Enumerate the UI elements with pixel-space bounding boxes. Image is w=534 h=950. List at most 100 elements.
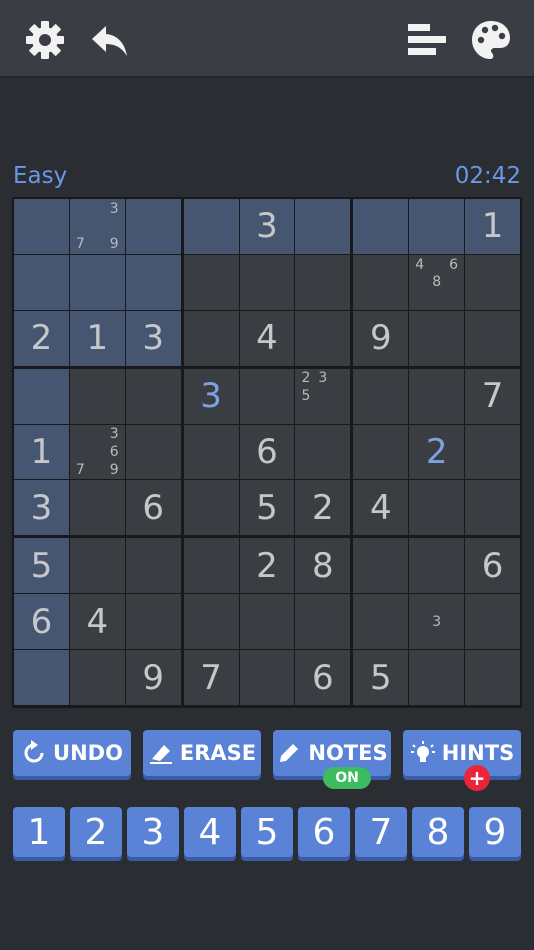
cell-r4-c3[interactable] <box>125 368 181 424</box>
cell-r6-c1[interactable]: 3 <box>14 480 69 536</box>
cell-r7-c2[interactable] <box>69 538 125 594</box>
cell-r7-c8[interactable] <box>409 538 465 594</box>
cell-r5-c4[interactable] <box>183 424 239 480</box>
cell-r5-c7[interactable] <box>353 424 409 480</box>
cell-r3-c6[interactable] <box>295 310 351 366</box>
cell-r3-c7[interactable]: 9 <box>353 310 409 366</box>
undo-button[interactable]: UNDO <box>13 730 131 776</box>
cell-r3-c5[interactable]: 4 <box>239 310 295 366</box>
cell-r9-c1[interactable] <box>14 650 69 705</box>
cell-r9-c6[interactable]: 6 <box>295 650 351 705</box>
cell-r1-c9[interactable]: 1 <box>465 199 520 254</box>
cell-r2-c2[interactable] <box>69 254 125 310</box>
numpad-4[interactable]: 4 <box>184 807 236 857</box>
given-digit: 9 <box>142 657 165 698</box>
cell-r9-c3[interactable]: 9 <box>125 650 181 705</box>
cell-r5-c5[interactable]: 6 <box>239 424 295 480</box>
back-button[interactable] <box>88 18 132 62</box>
cell-r5-c1[interactable]: 1 <box>14 424 69 480</box>
cell-r9-c2[interactable] <box>69 650 125 705</box>
cell-r1-c2[interactable]: 3 7 9 <box>69 199 125 254</box>
cell-r6-c9[interactable] <box>465 480 520 536</box>
cell-r4-c6[interactable]: 235 <box>295 368 351 424</box>
cell-r6-c5[interactable]: 5 <box>239 480 295 536</box>
cell-r6-c2[interactable] <box>69 480 125 536</box>
cell-r4-c7[interactable] <box>353 368 409 424</box>
cell-r8-c6[interactable] <box>295 594 351 650</box>
cell-r5-c2[interactable]: 36 7 9 <box>69 424 125 480</box>
cell-r8-c4[interactable] <box>183 594 239 650</box>
cell-r3-c3[interactable]: 3 <box>125 310 181 366</box>
cell-r5-c8[interactable]: 2 <box>409 424 465 480</box>
hints-button[interactable]: HINTS <box>403 730 521 776</box>
cell-r2-c9[interactable] <box>465 254 520 310</box>
cell-r4-c4[interactable]: 3 <box>183 368 239 424</box>
cell-r9-c7[interactable]: 5 <box>353 650 409 705</box>
cell-r7-c6[interactable]: 8 <box>295 538 351 594</box>
numpad-1[interactable]: 1 <box>13 807 65 857</box>
cell-r6-c7[interactable]: 4 <box>353 480 409 536</box>
cell-r7-c1[interactable]: 5 <box>14 538 69 594</box>
cell-r4-c8[interactable] <box>409 368 465 424</box>
numpad-5[interactable]: 5 <box>241 807 293 857</box>
numpad-3[interactable]: 3 <box>127 807 179 857</box>
cell-r9-c8[interactable] <box>409 650 465 705</box>
given-digit: 1 <box>30 431 53 472</box>
cell-r9-c5[interactable] <box>239 650 295 705</box>
cell-r7-c4[interactable] <box>183 538 239 594</box>
cell-r7-c9[interactable]: 6 <box>465 538 520 594</box>
stats-button[interactable] <box>404 18 448 62</box>
cell-r6-c4[interactable] <box>183 480 239 536</box>
cell-r1-c5[interactable]: 3 <box>239 199 295 254</box>
cell-r2-c6[interactable] <box>295 254 351 310</box>
cell-r4-c9[interactable]: 7 <box>465 368 520 424</box>
hints-add-badge[interactable]: + <box>464 765 490 791</box>
cell-r5-c9[interactable] <box>465 424 520 480</box>
cell-r6-c6[interactable]: 2 <box>295 480 351 536</box>
cell-r9-c9[interactable] <box>465 650 520 705</box>
cell-r3-c8[interactable] <box>409 310 465 366</box>
cell-r6-c3[interactable]: 6 <box>125 480 181 536</box>
cell-r5-c3[interactable] <box>125 424 181 480</box>
cell-r3-c4[interactable] <box>183 310 239 366</box>
cell-r8-c3[interactable] <box>125 594 181 650</box>
cell-r1-c4[interactable] <box>183 199 239 254</box>
cell-r4-c1[interactable] <box>14 368 69 424</box>
theme-button[interactable] <box>469 18 513 62</box>
cell-r5-c6[interactable] <box>295 424 351 480</box>
cell-r8-c2[interactable]: 4 <box>69 594 125 650</box>
cell-r8-c8[interactable]: 3 <box>409 594 465 650</box>
cell-r8-c1[interactable]: 6 <box>14 594 69 650</box>
cell-r2-c5[interactable] <box>239 254 295 310</box>
cell-r2-c3[interactable] <box>125 254 181 310</box>
numpad-9[interactable]: 9 <box>469 807 521 857</box>
cell-r1-c6[interactable] <box>295 199 351 254</box>
cell-r3-c2[interactable]: 1 <box>69 310 125 366</box>
cell-r1-c7[interactable] <box>353 199 409 254</box>
cell-r6-c8[interactable] <box>409 480 465 536</box>
cell-r8-c5[interactable] <box>239 594 295 650</box>
cell-r7-c7[interactable] <box>353 538 409 594</box>
erase-button[interactable]: ERASE <box>143 730 261 776</box>
cell-r2-c7[interactable] <box>353 254 409 310</box>
cell-r3-c1[interactable]: 2 <box>14 310 69 366</box>
cell-r4-c5[interactable] <box>239 368 295 424</box>
cell-r7-c3[interactable] <box>125 538 181 594</box>
cell-r7-c5[interactable]: 2 <box>239 538 295 594</box>
cell-r9-c4[interactable]: 7 <box>183 650 239 705</box>
cell-r8-c9[interactable] <box>465 594 520 650</box>
cell-r2-c8[interactable]: 4 68 <box>409 254 465 310</box>
cell-r4-c2[interactable] <box>69 368 125 424</box>
cell-r1-c3[interactable] <box>125 199 181 254</box>
numpad-2[interactable]: 2 <box>70 807 122 857</box>
cell-r2-c1[interactable] <box>14 254 69 310</box>
cell-r3-c9[interactable] <box>465 310 520 366</box>
numpad-6[interactable]: 6 <box>298 807 350 857</box>
numpad-8[interactable]: 8 <box>412 807 464 857</box>
cell-r2-c4[interactable] <box>183 254 239 310</box>
numpad-7[interactable]: 7 <box>355 807 407 857</box>
cell-r8-c7[interactable] <box>353 594 409 650</box>
settings-button[interactable] <box>23 18 67 62</box>
cell-r1-c8[interactable] <box>409 199 465 254</box>
cell-r1-c1[interactable] <box>14 199 69 254</box>
